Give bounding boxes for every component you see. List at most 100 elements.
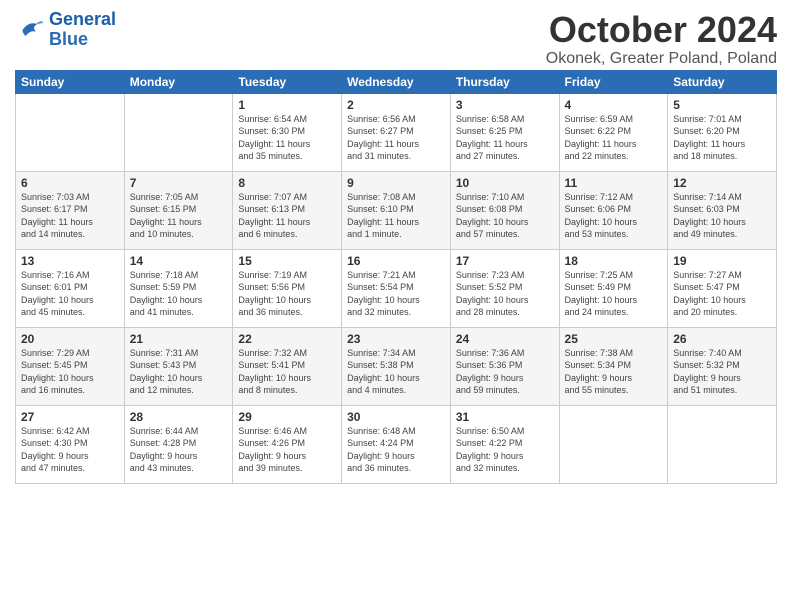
day-header-tuesday: Tuesday	[233, 70, 342, 93]
day-info: Sunrise: 7:07 AM Sunset: 6:13 PM Dayligh…	[238, 191, 336, 241]
calendar-cell: 20Sunrise: 7:29 AM Sunset: 5:45 PM Dayli…	[16, 327, 125, 405]
calendar-cell: 2Sunrise: 6:56 AM Sunset: 6:27 PM Daylig…	[342, 93, 451, 171]
day-number: 13	[21, 254, 119, 268]
day-header-thursday: Thursday	[450, 70, 559, 93]
day-number: 27	[21, 410, 119, 424]
day-info: Sunrise: 7:38 AM Sunset: 5:34 PM Dayligh…	[565, 347, 663, 397]
calendar-cell: 22Sunrise: 7:32 AM Sunset: 5:41 PM Dayli…	[233, 327, 342, 405]
logo: General Blue	[15, 10, 116, 50]
day-info: Sunrise: 7:03 AM Sunset: 6:17 PM Dayligh…	[21, 191, 119, 241]
calendar-cell	[124, 93, 233, 171]
calendar-cell: 19Sunrise: 7:27 AM Sunset: 5:47 PM Dayli…	[668, 249, 777, 327]
calendar-cell: 31Sunrise: 6:50 AM Sunset: 4:22 PM Dayli…	[450, 405, 559, 483]
day-info: Sunrise: 7:14 AM Sunset: 6:03 PM Dayligh…	[673, 191, 771, 241]
calendar-cell: 8Sunrise: 7:07 AM Sunset: 6:13 PM Daylig…	[233, 171, 342, 249]
day-info: Sunrise: 7:12 AM Sunset: 6:06 PM Dayligh…	[565, 191, 663, 241]
day-info: Sunrise: 6:58 AM Sunset: 6:25 PM Dayligh…	[456, 113, 554, 163]
day-header-saturday: Saturday	[668, 70, 777, 93]
day-number: 3	[456, 98, 554, 112]
week-row-3: 20Sunrise: 7:29 AM Sunset: 5:45 PM Dayli…	[16, 327, 777, 405]
calendar-cell: 5Sunrise: 7:01 AM Sunset: 6:20 PM Daylig…	[668, 93, 777, 171]
calendar-cell: 28Sunrise: 6:44 AM Sunset: 4:28 PM Dayli…	[124, 405, 233, 483]
week-row-2: 13Sunrise: 7:16 AM Sunset: 6:01 PM Dayli…	[16, 249, 777, 327]
day-number: 31	[456, 410, 554, 424]
day-info: Sunrise: 7:19 AM Sunset: 5:56 PM Dayligh…	[238, 269, 336, 319]
day-number: 16	[347, 254, 445, 268]
location-title: Okonek, Greater Poland, Poland	[546, 50, 777, 68]
logo-line2: Blue	[49, 30, 116, 50]
day-info: Sunrise: 7:23 AM Sunset: 5:52 PM Dayligh…	[456, 269, 554, 319]
calendar-cell: 21Sunrise: 7:31 AM Sunset: 5:43 PM Dayli…	[124, 327, 233, 405]
calendar-cell: 3Sunrise: 6:58 AM Sunset: 6:25 PM Daylig…	[450, 93, 559, 171]
day-number: 8	[238, 176, 336, 190]
day-info: Sunrise: 6:46 AM Sunset: 4:26 PM Dayligh…	[238, 425, 336, 475]
day-info: Sunrise: 6:59 AM Sunset: 6:22 PM Dayligh…	[565, 113, 663, 163]
calendar-cell: 16Sunrise: 7:21 AM Sunset: 5:54 PM Dayli…	[342, 249, 451, 327]
calendar-cell: 15Sunrise: 7:19 AM Sunset: 5:56 PM Dayli…	[233, 249, 342, 327]
day-number: 29	[238, 410, 336, 424]
day-info: Sunrise: 7:34 AM Sunset: 5:38 PM Dayligh…	[347, 347, 445, 397]
day-info: Sunrise: 7:18 AM Sunset: 5:59 PM Dayligh…	[130, 269, 228, 319]
day-number: 23	[347, 332, 445, 346]
day-number: 7	[130, 176, 228, 190]
day-number: 14	[130, 254, 228, 268]
day-number: 18	[565, 254, 663, 268]
day-number: 1	[238, 98, 336, 112]
day-info: Sunrise: 7:29 AM Sunset: 5:45 PM Dayligh…	[21, 347, 119, 397]
day-header-wednesday: Wednesday	[342, 70, 451, 93]
day-number: 22	[238, 332, 336, 346]
day-info: Sunrise: 6:56 AM Sunset: 6:27 PM Dayligh…	[347, 113, 445, 163]
calendar-cell	[559, 405, 668, 483]
calendar-cell: 17Sunrise: 7:23 AM Sunset: 5:52 PM Dayli…	[450, 249, 559, 327]
day-info: Sunrise: 6:48 AM Sunset: 4:24 PM Dayligh…	[347, 425, 445, 475]
calendar-cell: 6Sunrise: 7:03 AM Sunset: 6:17 PM Daylig…	[16, 171, 125, 249]
day-number: 9	[347, 176, 445, 190]
calendar-table: SundayMondayTuesdayWednesdayThursdayFrid…	[15, 70, 777, 484]
calendar-cell: 1Sunrise: 6:54 AM Sunset: 6:30 PM Daylig…	[233, 93, 342, 171]
day-info: Sunrise: 6:44 AM Sunset: 4:28 PM Dayligh…	[130, 425, 228, 475]
calendar-cell: 7Sunrise: 7:05 AM Sunset: 6:15 PM Daylig…	[124, 171, 233, 249]
logo-icon	[15, 15, 45, 45]
week-row-0: 1Sunrise: 6:54 AM Sunset: 6:30 PM Daylig…	[16, 93, 777, 171]
logo-line1: General	[49, 10, 116, 30]
calendar-cell: 4Sunrise: 6:59 AM Sunset: 6:22 PM Daylig…	[559, 93, 668, 171]
calendar-cell: 10Sunrise: 7:10 AM Sunset: 6:08 PM Dayli…	[450, 171, 559, 249]
day-header-monday: Monday	[124, 70, 233, 93]
day-info: Sunrise: 7:21 AM Sunset: 5:54 PM Dayligh…	[347, 269, 445, 319]
day-header-friday: Friday	[559, 70, 668, 93]
header-row-days: SundayMondayTuesdayWednesdayThursdayFrid…	[16, 70, 777, 93]
calendar-cell: 24Sunrise: 7:36 AM Sunset: 5:36 PM Dayli…	[450, 327, 559, 405]
calendar-cell: 9Sunrise: 7:08 AM Sunset: 6:10 PM Daylig…	[342, 171, 451, 249]
header-row: General Blue October 2024 Okonek, Greate…	[15, 10, 777, 68]
day-number: 20	[21, 332, 119, 346]
day-number: 17	[456, 254, 554, 268]
calendar-cell: 13Sunrise: 7:16 AM Sunset: 6:01 PM Dayli…	[16, 249, 125, 327]
day-number: 5	[673, 98, 771, 112]
month-title: October 2024	[546, 10, 777, 50]
day-info: Sunrise: 7:05 AM Sunset: 6:15 PM Dayligh…	[130, 191, 228, 241]
day-number: 21	[130, 332, 228, 346]
calendar-cell: 25Sunrise: 7:38 AM Sunset: 5:34 PM Dayli…	[559, 327, 668, 405]
calendar-cell: 18Sunrise: 7:25 AM Sunset: 5:49 PM Dayli…	[559, 249, 668, 327]
calendar-cell: 26Sunrise: 7:40 AM Sunset: 5:32 PM Dayli…	[668, 327, 777, 405]
day-info: Sunrise: 7:32 AM Sunset: 5:41 PM Dayligh…	[238, 347, 336, 397]
calendar-cell: 23Sunrise: 7:34 AM Sunset: 5:38 PM Dayli…	[342, 327, 451, 405]
day-number: 19	[673, 254, 771, 268]
day-info: Sunrise: 6:54 AM Sunset: 6:30 PM Dayligh…	[238, 113, 336, 163]
calendar-cell: 14Sunrise: 7:18 AM Sunset: 5:59 PM Dayli…	[124, 249, 233, 327]
calendar-cell	[668, 405, 777, 483]
day-info: Sunrise: 7:27 AM Sunset: 5:47 PM Dayligh…	[673, 269, 771, 319]
day-info: Sunrise: 7:40 AM Sunset: 5:32 PM Dayligh…	[673, 347, 771, 397]
day-number: 15	[238, 254, 336, 268]
main-container: General Blue October 2024 Okonek, Greate…	[0, 0, 792, 494]
title-block: October 2024 Okonek, Greater Poland, Pol…	[546, 10, 777, 68]
calendar-cell: 29Sunrise: 6:46 AM Sunset: 4:26 PM Dayli…	[233, 405, 342, 483]
day-info: Sunrise: 7:16 AM Sunset: 6:01 PM Dayligh…	[21, 269, 119, 319]
day-info: Sunrise: 7:36 AM Sunset: 5:36 PM Dayligh…	[456, 347, 554, 397]
calendar-cell	[16, 93, 125, 171]
day-info: Sunrise: 7:31 AM Sunset: 5:43 PM Dayligh…	[130, 347, 228, 397]
day-number: 28	[130, 410, 228, 424]
day-info: Sunrise: 6:42 AM Sunset: 4:30 PM Dayligh…	[21, 425, 119, 475]
day-number: 4	[565, 98, 663, 112]
calendar-cell: 12Sunrise: 7:14 AM Sunset: 6:03 PM Dayli…	[668, 171, 777, 249]
